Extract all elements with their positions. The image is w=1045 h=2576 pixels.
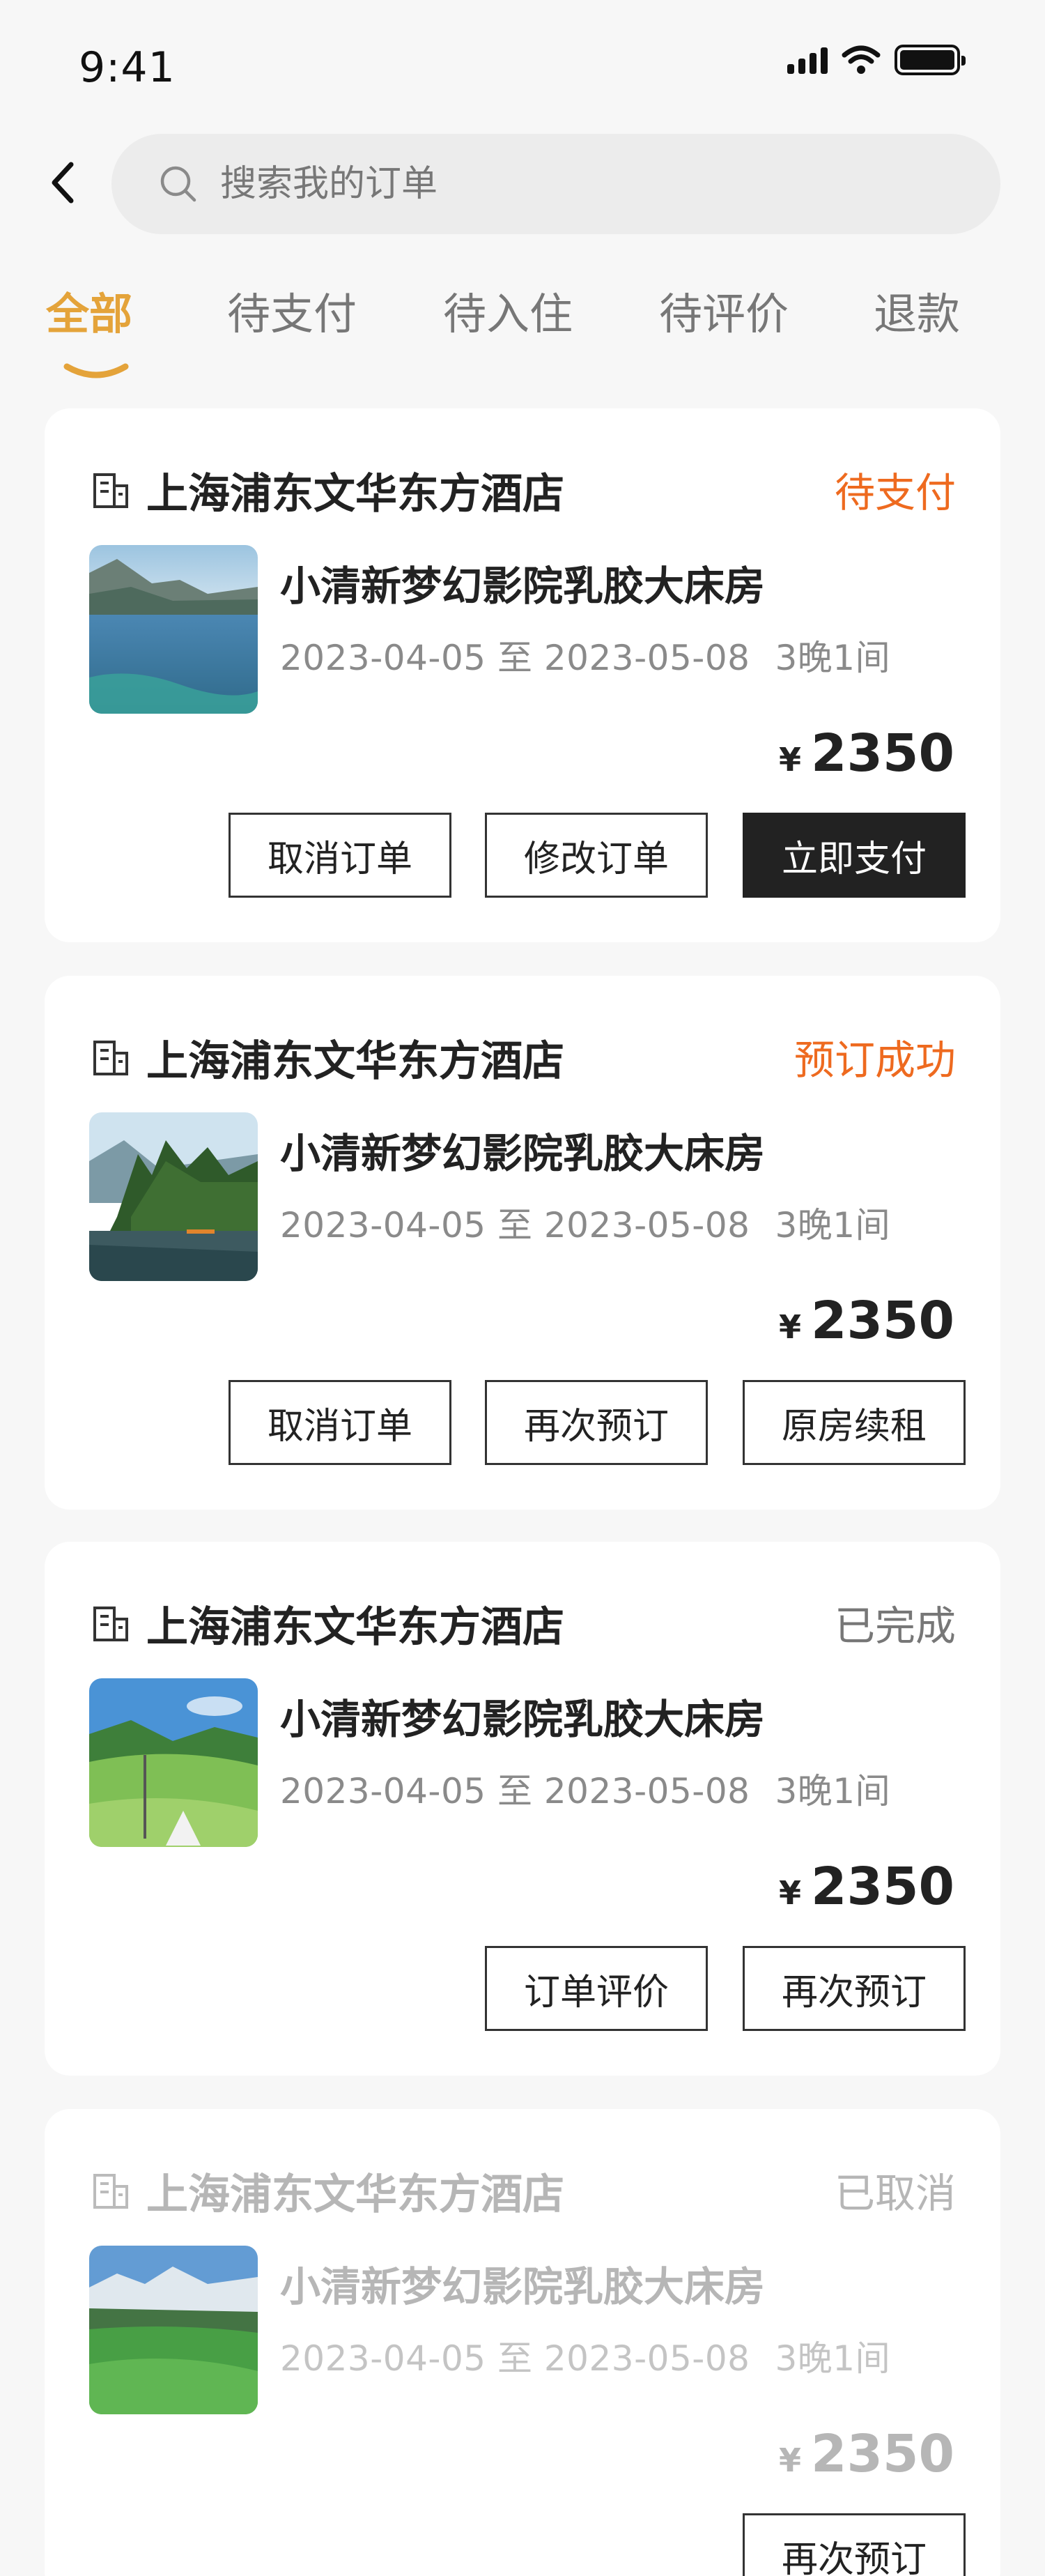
date-range: 2023-04-05 至 2023-05-08: [280, 1205, 750, 1245]
nights-rooms: 3晚1间: [775, 1205, 891, 1245]
book-again-button[interactable]: 再次预订: [743, 2513, 966, 2576]
search-bar[interactable]: [111, 134, 1000, 234]
tab-refund[interactable]: 退款: [874, 279, 960, 342]
stay-dates: 2023-04-05 至 2023-05-08 3晚1间: [280, 2331, 890, 2381]
currency-symbol: ¥: [779, 2441, 802, 2479]
nights-rooms: 3晚1间: [775, 638, 891, 678]
nights-rooms: 3晚1间: [775, 2338, 891, 2379]
room-name: 小清新梦幻影院乳胶大床房: [280, 1696, 766, 1743]
cellular-signal-icon: [787, 46, 828, 74]
order-price: ¥2350: [779, 2424, 954, 2484]
tab-pending-review[interactable]: 待评价: [659, 279, 789, 342]
cancel-order-button[interactable]: 取消订单: [229, 813, 451, 898]
hotel-building-icon: [93, 473, 128, 508]
order-status: 已取消: [834, 2170, 956, 2217]
hotel-name: 上海浦东文华东方酒店: [146, 470, 564, 519]
room-name: 小清新梦幻影院乳胶大床房: [280, 562, 766, 610]
order-card[interactable]: 上海浦东文华东方酒店 预订成功 小清新梦幻影院乳胶大床房 2023-04-05 …: [45, 976, 1000, 1510]
price-amount: 2350: [811, 2424, 954, 2484]
modify-order-button[interactable]: 修改订单: [485, 813, 708, 898]
back-button[interactable]: [42, 155, 84, 210]
search-icon: [160, 166, 196, 202]
order-card[interactable]: 上海浦东文华东方酒店 待支付 小清新梦幻影院乳胶大床房 2023-04-05 至…: [45, 408, 1000, 942]
search-input[interactable]: [220, 163, 847, 205]
stay-dates: 2023-04-05 至 2023-05-08 3晚1间: [280, 1197, 890, 1248]
order-price: ¥2350: [779, 1291, 954, 1351]
hotel-building-icon: [93, 2173, 128, 2209]
room-name: 小清新梦幻影院乳胶大床房: [280, 1130, 766, 1177]
room-thumbnail: [89, 1112, 258, 1281]
chevron-left-icon: [52, 162, 74, 204]
stay-dates: 2023-04-05 至 2023-05-08 3晚1间: [280, 630, 890, 680]
order-price: ¥2350: [779, 723, 954, 783]
review-order-button[interactable]: 订单评价: [485, 1946, 708, 2031]
price-amount: 2350: [811, 1857, 954, 1917]
tab-pending-checkin[interactable]: 待入住: [443, 279, 573, 342]
hotel-building-icon: [93, 1040, 128, 1075]
hotel-row: 上海浦东文华东方酒店: [91, 1027, 564, 1088]
status-bar: 9:41: [0, 0, 1045, 125]
room-thumbnail: [89, 1678, 258, 1847]
hotel-name: 上海浦东文华东方酒店: [146, 1037, 564, 1086]
hotel-row: 上海浦东文华东方酒店: [91, 460, 564, 521]
price-amount: 2350: [811, 1291, 954, 1351]
stay-dates: 2023-04-05 至 2023-05-08 3晚1间: [280, 1763, 890, 1814]
order-tabs: 全部 待支付 待入住 待评价 退款: [0, 279, 1045, 390]
hotel-name: 上海浦东文华东方酒店: [146, 1603, 564, 1652]
order-price: ¥2350: [779, 1857, 954, 1917]
date-range: 2023-04-05 至 2023-05-08: [280, 2338, 750, 2379]
currency-symbol: ¥: [779, 1308, 802, 1346]
date-range: 2023-04-05 至 2023-05-08: [280, 638, 750, 678]
pay-now-button[interactable]: 立即支付: [743, 813, 966, 898]
order-card[interactable]: 上海浦东文华东方酒店 已取消 小清新梦幻影院乳胶大床房 2023-04-05 至…: [45, 2109, 1000, 2576]
book-again-button[interactable]: 再次预订: [743, 1946, 966, 2031]
tab-pending-payment[interactable]: 待支付: [227, 279, 357, 342]
status-icons: [787, 45, 966, 75]
date-range: 2023-04-05 至 2023-05-08: [280, 1771, 750, 1811]
currency-symbol: ¥: [779, 741, 802, 779]
currency-symbol: ¥: [779, 1874, 802, 1912]
order-card[interactable]: 上海浦东文华东方酒店 已完成 小清新梦幻影院乳胶大床房 2023-04-05 至…: [45, 1542, 1000, 2076]
hotel-name: 上海浦东文华东方酒店: [146, 2170, 564, 2219]
hotel-row: 上海浦东文华东方酒店: [91, 1593, 564, 1654]
wifi-icon: [842, 45, 881, 74]
extend-stay-button[interactable]: 原房续租: [743, 1380, 966, 1465]
cancel-order-button[interactable]: 取消订单: [229, 1380, 451, 1465]
hotel-row: 上海浦东文华东方酒店: [91, 2161, 564, 2221]
room-thumbnail: [89, 2246, 258, 2414]
hotel-building-icon: [93, 1606, 128, 1641]
battery-icon: [895, 45, 966, 75]
status-time: 9:41: [79, 43, 176, 92]
tab-all[interactable]: 全部: [46, 279, 132, 342]
room-name: 小清新梦幻影院乳胶大床房: [280, 2263, 766, 2310]
order-status: 已完成: [834, 1602, 956, 1650]
price-amount: 2350: [811, 723, 954, 783]
order-status: 待支付: [834, 469, 956, 516]
active-tab-indicator: [63, 363, 129, 378]
room-thumbnail: [89, 545, 258, 714]
order-status: 预订成功: [794, 1036, 956, 1084]
book-again-button[interactable]: 再次预订: [485, 1380, 708, 1465]
nights-rooms: 3晚1间: [775, 1771, 891, 1811]
